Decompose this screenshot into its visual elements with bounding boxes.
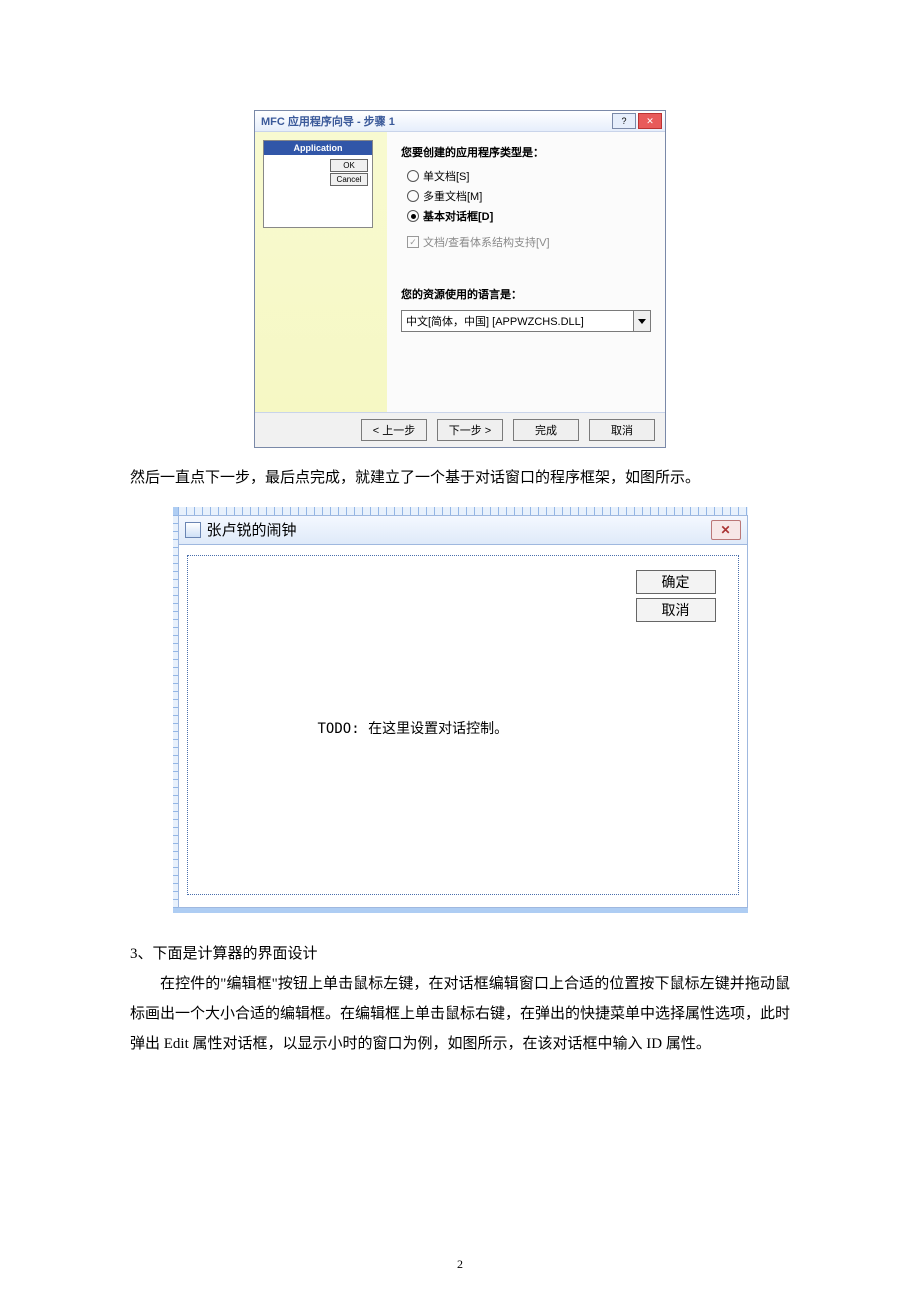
todo-label: TODO: 在这里设置对话控制。 bbox=[318, 718, 509, 738]
wizard-title: MFC 应用程序向导 - 步骤 1 bbox=[261, 113, 395, 129]
language-heading: 您的资源使用的语言是： bbox=[401, 286, 651, 302]
radio-single-doc[interactable]: 单文档[S] bbox=[407, 168, 651, 184]
mfc-wizard-dialog: MFC 应用程序向导 - 步骤 1 ? ✕ Application OK Can… bbox=[254, 110, 666, 448]
close-button[interactable]: ✕ bbox=[638, 113, 662, 129]
dialog-title: 张卢锐的闹钟 bbox=[207, 519, 297, 540]
app-icon bbox=[185, 522, 201, 538]
wizard-footer: < 上一步 下一步 > 完成 取消 bbox=[255, 412, 665, 447]
ok-button[interactable]: 确定 bbox=[636, 570, 716, 594]
horizontal-ruler bbox=[178, 507, 748, 515]
cancel-button[interactable]: 取消 bbox=[589, 419, 655, 441]
dialog-client-area[interactable]: 确定 取消 TODO: 在这里设置对话控制。 bbox=[187, 555, 739, 895]
radio-dialog-based[interactable]: 基本对话框[D] bbox=[407, 208, 651, 224]
finish-button[interactable]: 完成 bbox=[513, 419, 579, 441]
section-paragraph: 在控件的"编辑框"按钮上单击鼠标左键，在对话框编辑窗口上合适的位置按下鼠标左键并… bbox=[130, 969, 790, 1059]
preview-ok-button: OK bbox=[330, 159, 368, 172]
radio-multi-doc[interactable]: 多重文档[M] bbox=[407, 188, 651, 204]
page-number: 2 bbox=[0, 1257, 920, 1272]
preview-app-titlebar: Application bbox=[264, 141, 372, 155]
wizard-preview-pane: Application OK Cancel bbox=[255, 132, 387, 412]
dialog-editor: 张卢锐的闹钟 ✕ 确定 取消 TODO: 在这里设置对话控制。 bbox=[173, 507, 748, 913]
dialog-titlebar: 张卢锐的闹钟 ✕ bbox=[178, 515, 748, 545]
preview-cancel-button: Cancel bbox=[330, 173, 368, 186]
language-select[interactable]: 中文[简体，中国] [APPWZCHS.DLL] bbox=[401, 310, 651, 332]
next-button[interactable]: 下一步 > bbox=[437, 419, 503, 441]
section-heading: 3、下面是计算器的界面设计 bbox=[130, 939, 790, 969]
help-button[interactable]: ? bbox=[612, 113, 636, 129]
close-icon[interactable]: ✕ bbox=[711, 520, 741, 540]
docview-checkbox: ✓文档/查看体系结构支持[V] bbox=[407, 234, 651, 250]
app-type-heading: 您要创建的应用程序类型是： bbox=[401, 144, 651, 160]
prev-button[interactable]: < 上一步 bbox=[361, 419, 427, 441]
caption-1: 然后一直点下一步，最后点完成，就建立了一个基于对话窗口的程序框架，如图所示。 bbox=[130, 464, 790, 493]
cancel-button[interactable]: 取消 bbox=[636, 598, 716, 622]
chevron-down-icon[interactable] bbox=[634, 310, 651, 332]
wizard-titlebar: MFC 应用程序向导 - 步骤 1 ? ✕ bbox=[255, 111, 665, 132]
